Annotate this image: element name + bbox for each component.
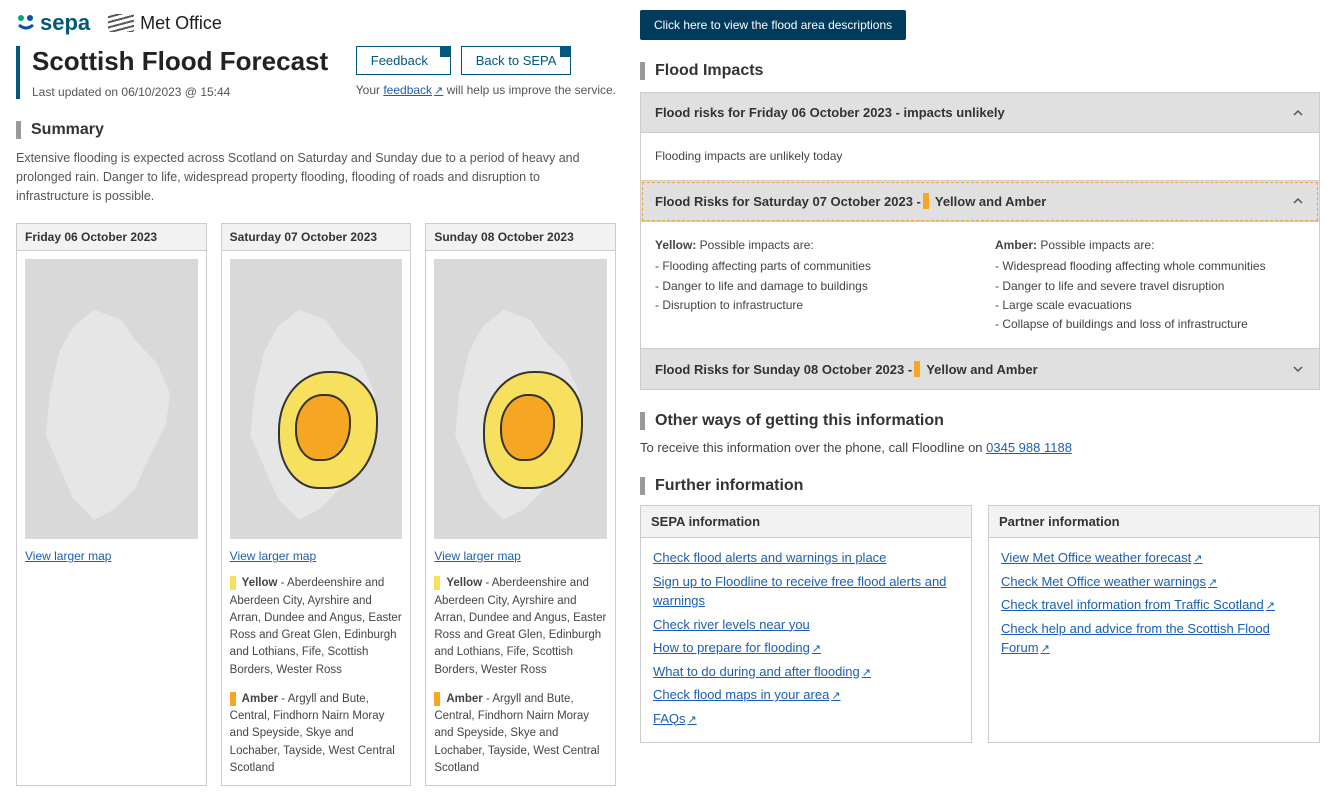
sepa-logo: sepa [16, 10, 90, 36]
view-area-descriptions-button[interactable]: Click here to view the flood area descri… [640, 10, 906, 40]
partner-link[interactable]: Check travel information from Traffic Sc… [1001, 595, 1307, 615]
further-info-heading: Further information [640, 477, 1320, 495]
feedback-button[interactable]: Feedback [356, 46, 451, 75]
sepa-logo-icon [16, 13, 36, 33]
met-office-logo-icon [108, 14, 134, 32]
amber-swatch-icon [434, 692, 440, 706]
last-updated: Last updated on 06/10/2023 @ 15:44 [32, 85, 328, 99]
map-card-date: Friday 06 October 2023 [17, 224, 206, 251]
yellow-legend: Yellow - Aberdeenshire and Aberdeen City… [434, 575, 607, 679]
logo-row: sepa Met Office [16, 10, 616, 36]
view-larger-map-link[interactable]: View larger map [25, 549, 111, 563]
yellow-swatch-icon [230, 576, 236, 590]
external-icon: ↗ [831, 690, 840, 702]
impact-item: Disruption to infrastructure [655, 296, 965, 315]
external-icon: ↗ [1041, 643, 1050, 655]
header-row: Scottish Flood Forecast Last updated on … [16, 46, 616, 99]
map-image [434, 259, 607, 539]
met-office-logo: Met Office [108, 13, 222, 34]
feedback-note: Your feedback↗ will help us improve the … [356, 83, 616, 97]
back-to-sepa-button[interactable]: Back to SEPA [461, 46, 572, 75]
accordion-header-friday[interactable]: Flood risks for Friday 06 October 2023 -… [641, 93, 1319, 133]
left-column: sepa Met Office Scottish Flood Forecast … [16, 10, 616, 786]
sepa-link[interactable]: Check flood alerts and warnings in place [653, 548, 959, 568]
external-icon: ↗ [688, 714, 697, 726]
sepa-link[interactable]: Check river levels near you [653, 615, 959, 635]
page-title: Scottish Flood Forecast [32, 46, 328, 77]
amber-swatch-icon [914, 361, 920, 377]
accordion-header-sunday[interactable]: Flood Risks for Sunday 08 October 2023 -… [641, 349, 1319, 389]
other-ways-heading: Other ways of getting this information [640, 412, 1320, 430]
amber-legend: Amber - Argyll and Bute, Central, Findho… [434, 691, 607, 777]
met-office-logo-text: Met Office [140, 13, 222, 34]
floodline-phone-link[interactable]: 0345 988 1188 [986, 440, 1072, 455]
map-card: Friday 06 October 2023 View larger map [16, 223, 207, 786]
sepa-link[interactable]: What to do during and after flooding↗ [653, 662, 959, 682]
yellow-legend: Yellow - Aberdeenshire and Aberdeen City… [230, 575, 403, 679]
sepa-info-links: Check flood alerts and warnings in place… [641, 538, 971, 742]
amber-alert-shape [295, 394, 350, 461]
title-block: Scottish Flood Forecast Last updated on … [16, 46, 328, 99]
header-buttons: Feedback Back to SEPA Your feedback↗ wil… [356, 46, 616, 97]
info-columns: SEPA information Check flood alerts and … [640, 505, 1320, 743]
impact-item: Flooding affecting parts of communities [655, 257, 965, 276]
summary-heading: Summary [16, 121, 616, 139]
external-icon: ↗ [1208, 577, 1217, 589]
map-card-date: Saturday 07 October 2023 [222, 224, 411, 251]
view-larger-map-link[interactable]: View larger map [434, 549, 520, 563]
map-image [25, 259, 198, 539]
impact-item: Danger to life and severe travel disrupt… [995, 277, 1305, 296]
sepa-logo-text: sepa [40, 10, 90, 36]
feedback-link[interactable]: feedback↗ [383, 83, 443, 97]
amber-legend: Amber - Argyll and Bute, Central, Findho… [230, 691, 403, 777]
amber-impacts: Amber: Possible impacts are: Widespread … [995, 236, 1305, 334]
external-icon: ↗ [862, 667, 871, 679]
partner-info-header: Partner information [989, 506, 1319, 538]
impact-item: Collapse of buildings and loss of infras… [995, 315, 1305, 334]
amber-swatch-icon [923, 193, 929, 209]
external-icon: ↗ [1193, 553, 1202, 565]
external-icon: ↗ [812, 643, 821, 655]
floodline-text: To receive this information over the pho… [640, 440, 1320, 455]
sepa-link[interactable]: Sign up to Floodline to receive free flo… [653, 572, 959, 611]
yellow-swatch-icon [434, 576, 440, 590]
chevron-down-icon [1291, 362, 1305, 376]
impact-item: Widespread flooding affecting whole comm… [995, 257, 1305, 276]
sepa-info-card: SEPA information Check flood alerts and … [640, 505, 972, 743]
amber-swatch-icon [230, 692, 236, 706]
summary-text: Extensive flooding is expected across Sc… [16, 149, 616, 205]
sepa-link[interactable]: Check flood maps in your area↗ [653, 685, 959, 705]
right-column: Click here to view the flood area descri… [640, 10, 1320, 786]
sepa-link[interactable]: FAQs↗ [653, 709, 959, 729]
flood-impacts-heading: Flood Impacts [640, 62, 1320, 80]
partner-info-card: Partner information View Met Office weat… [988, 505, 1320, 743]
accordion-body-friday: Flooding impacts are unlikely today [641, 133, 1319, 181]
external-icon: ↗ [434, 85, 443, 97]
page-root: sepa Met Office Scottish Flood Forecast … [0, 0, 1336, 796]
impacts-accordion: Flood risks for Friday 06 October 2023 -… [640, 92, 1320, 390]
map-card-date: Sunday 08 October 2023 [426, 224, 615, 251]
sepa-info-header: SEPA information [641, 506, 971, 538]
view-larger-map-link[interactable]: View larger map [230, 549, 316, 563]
map-image [230, 259, 403, 539]
partner-info-links: View Met Office weather forecast↗ Check M… [989, 538, 1319, 672]
accordion-body-saturday: Yellow: Possible impacts are: Flooding a… [641, 222, 1319, 349]
chevron-up-icon [1291, 194, 1305, 208]
partner-link[interactable]: Check Met Office weather warnings↗ [1001, 572, 1307, 592]
map-cards-row: Friday 06 October 2023 View larger map S… [16, 223, 616, 786]
impact-item: Danger to life and damage to buildings [655, 277, 965, 296]
accordion-header-saturday[interactable]: Flood Risks for Saturday 07 October 2023… [641, 181, 1319, 222]
yellow-impacts: Yellow: Possible impacts are: Flooding a… [655, 236, 965, 334]
impact-item: Large scale evacuations [995, 296, 1305, 315]
scotland-shape [39, 310, 177, 520]
external-icon: ↗ [1266, 600, 1275, 612]
partner-link[interactable]: View Met Office weather forecast↗ [1001, 548, 1307, 568]
partner-link[interactable]: Check help and advice from the Scottish … [1001, 619, 1307, 658]
sepa-link[interactable]: How to prepare for flooding↗ [653, 638, 959, 658]
map-card: Saturday 07 October 2023 View larger map… [221, 223, 412, 786]
map-card: Sunday 08 October 2023 View larger map Y… [425, 223, 616, 786]
chevron-up-icon [1291, 106, 1305, 120]
